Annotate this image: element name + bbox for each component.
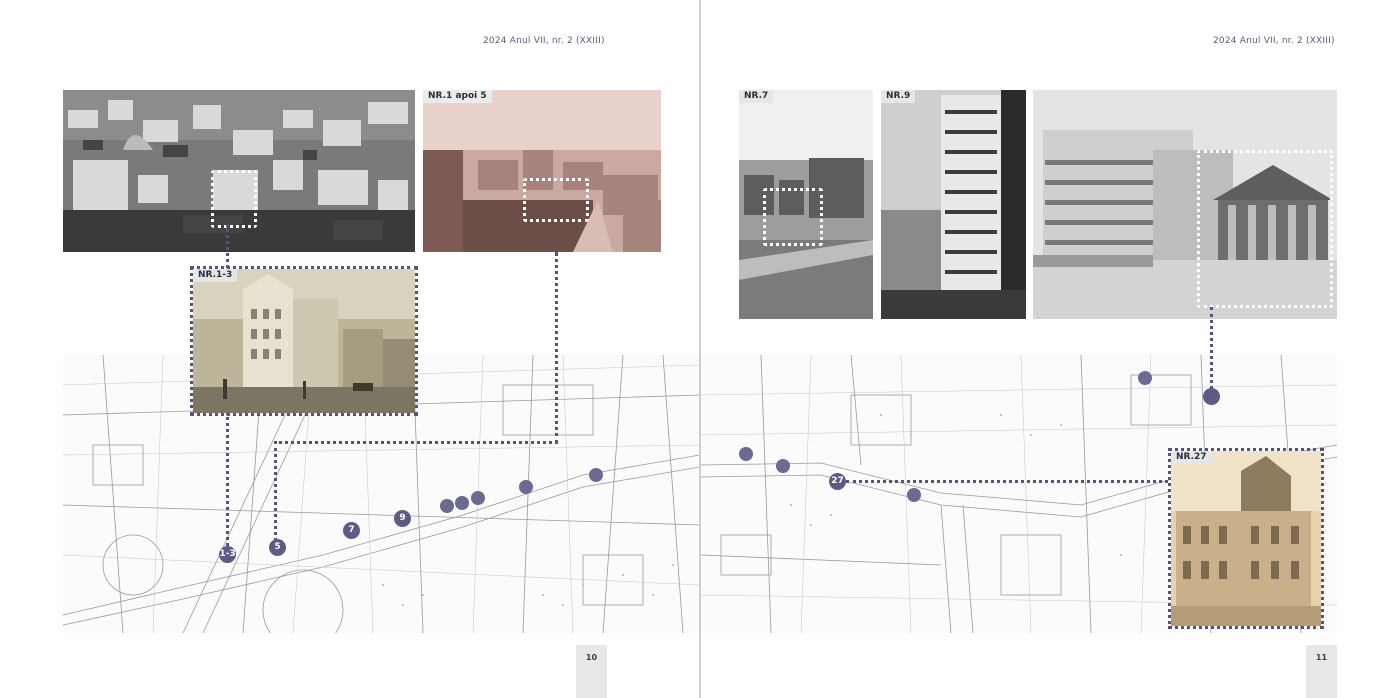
label-nr1-3: NR.1-3	[193, 269, 238, 282]
connector-line	[226, 224, 229, 268]
photo-patria-street	[1033, 90, 1337, 319]
right-page-header: 2024 Anul VII, nr. 2 (XXIII)	[1213, 36, 1335, 46]
connector-line	[274, 441, 558, 444]
map-marker	[471, 491, 485, 505]
highlight-frame	[763, 188, 823, 246]
map-marker	[907, 488, 921, 502]
map-marker-9: 9	[394, 510, 411, 527]
map-marker	[739, 447, 753, 461]
right-page: 2024 Anul VII, nr. 2 (XXIII) NR.7 NR.9 N…	[701, 0, 1400, 698]
photo-nr7: NR.7	[739, 90, 873, 319]
map-marker-27: 27	[829, 473, 846, 490]
connector-line	[274, 441, 277, 547]
page-number-right: 11	[1306, 645, 1337, 698]
photo-nr9: NR.9	[881, 90, 1026, 319]
photo-nr1-then5: NR.1 apoi 5	[423, 90, 661, 252]
page-number-left: 10	[576, 645, 607, 698]
map-marker	[1138, 371, 1152, 385]
map-marker	[455, 496, 469, 510]
map-marker-7: 7	[343, 522, 360, 539]
connector-line	[1210, 307, 1213, 395]
highlight-frame	[211, 170, 257, 228]
label-nr9: NR.9	[881, 90, 916, 103]
label-nr27: NR.27	[1171, 451, 1212, 464]
connector-line	[846, 480, 1168, 483]
label-nr1-then5: NR.1 apoi 5	[423, 90, 492, 103]
label-nr7: NR.7	[739, 90, 774, 103]
photo-nr27: NR.27	[1168, 448, 1324, 629]
highlight-frame	[1197, 150, 1333, 308]
map-marker	[776, 459, 790, 473]
photo-nr1-3: NR.1-3	[190, 266, 418, 416]
map-marker	[589, 468, 603, 482]
map-marker	[1203, 388, 1220, 405]
connector-line	[226, 412, 229, 552]
left-page-header: 2024 Anul VII, nr. 2 (XXIII)	[483, 36, 605, 46]
map-marker-1-3: 1-3	[219, 546, 236, 563]
map-marker	[440, 499, 454, 513]
connector-line	[555, 252, 558, 444]
highlight-frame	[523, 178, 589, 222]
aerial-city-photo	[63, 90, 415, 252]
map-marker-5: 5	[269, 539, 286, 556]
left-page: 2024 Anul VII, nr. 2 (XXIII) NR.1 apoi 5…	[0, 0, 700, 698]
map-marker	[519, 480, 533, 494]
